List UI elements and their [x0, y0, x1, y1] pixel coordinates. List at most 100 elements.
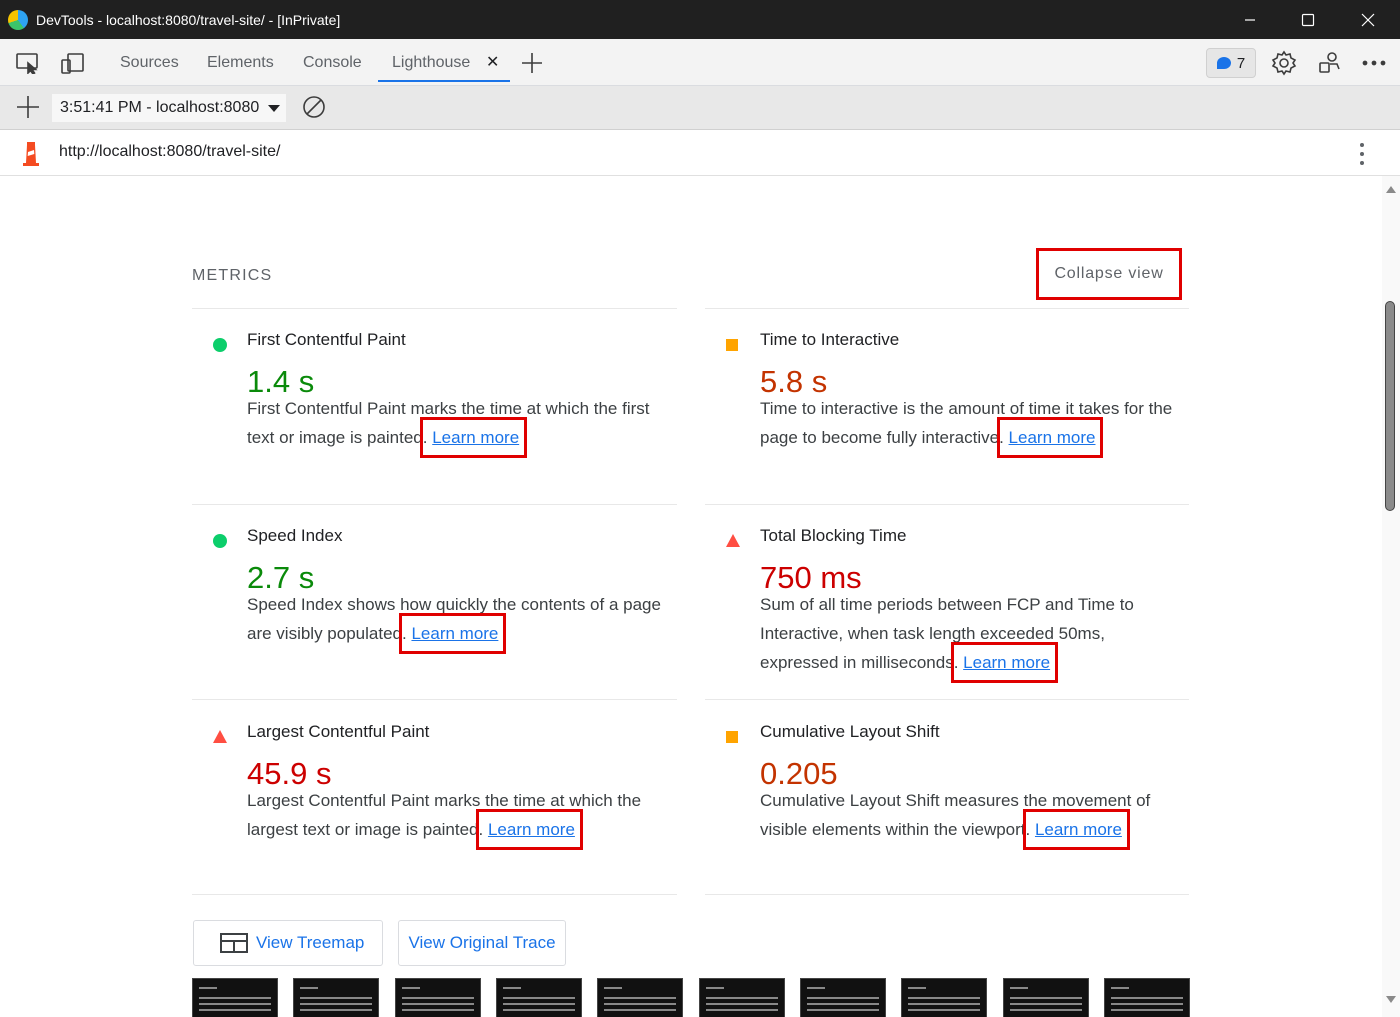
divider — [705, 504, 1189, 505]
active-tab-indicator — [378, 80, 510, 82]
treemap-icon — [220, 933, 248, 953]
issues-counter-button[interactable]: 7 — [1206, 48, 1256, 78]
gear-icon — [1271, 50, 1297, 76]
more-options-button[interactable] — [1360, 51, 1388, 75]
inspect-element-button[interactable] — [14, 51, 42, 75]
average-indicator-icon — [726, 339, 738, 351]
inspect-cursor-icon — [16, 53, 38, 74]
lighthouse-icon — [23, 142, 39, 166]
lighthouse-report: METRICS Collapse view First Contentful P… — [0, 176, 1382, 1017]
metric-description: Sum of all time periods between FCP and … — [760, 590, 1160, 683]
report-url: http://localhost:8080/travel-site/ — [59, 143, 281, 160]
view-treemap-label: View Treemap — [256, 933, 365, 952]
filmstrip-frame — [1003, 978, 1089, 1017]
device-toggle-icon — [61, 53, 84, 74]
title-bar: DevTools - localhost:8080/travel-site/ -… — [0, 0, 1400, 39]
scroll-thumb[interactable] — [1385, 301, 1395, 511]
filmstrip — [192, 978, 1192, 1017]
pass-indicator-icon — [213, 534, 227, 548]
settings-button[interactable] — [1270, 50, 1298, 76]
report-url-bar: http://localhost:8080/travel-site/ — [0, 130, 1400, 176]
minimize-icon — [1245, 18, 1255, 21]
filmstrip-frame — [192, 978, 278, 1017]
metric-description: Cumulative Layout Shift measures the mov… — [760, 786, 1190, 850]
metric-description: Largest Contentful Paint marks the time … — [247, 786, 667, 850]
more-tools-button[interactable] — [518, 51, 546, 75]
learn-more-link[interactable]: Learn more — [1009, 428, 1096, 447]
divider — [705, 894, 1189, 895]
filmstrip-frame — [800, 978, 886, 1017]
view-treemap-button[interactable]: View Treemap — [193, 920, 383, 966]
customize-button[interactable] — [1316, 51, 1344, 75]
filmstrip-frame — [395, 978, 481, 1017]
fail-indicator-icon — [213, 730, 227, 743]
divider — [705, 699, 1189, 700]
metric-description-text: Time to interactive is the amount of tim… — [760, 399, 1173, 447]
close-tab-icon[interactable]: ✕ — [486, 51, 499, 75]
metric-description: First Contentful Paint marks the time at… — [247, 394, 667, 458]
metric-name: Total Blocking Time — [760, 526, 907, 545]
close-window-button[interactable] — [1338, 0, 1398, 39]
close-icon — [1361, 13, 1375, 26]
kebab-icon — [1360, 143, 1364, 147]
devtools-tab-strip: Sources Elements Console Lighthouse ✕ 7 — [0, 39, 1400, 86]
filmstrip-frame — [293, 978, 379, 1017]
scroll-up-arrow-icon[interactable] — [1386, 186, 1396, 193]
edge-devtools-icon — [8, 9, 28, 30]
metric-name: Speed Index — [247, 526, 343, 545]
plus-icon — [522, 53, 542, 73]
report-menu-button[interactable] — [1354, 140, 1370, 166]
report-scrollbar[interactable] — [1382, 176, 1400, 1017]
view-original-trace-button[interactable]: View Original Trace — [398, 920, 566, 966]
metric-name: Cumulative Layout Shift — [760, 722, 940, 741]
learn-more-link[interactable]: Learn more — [963, 653, 1050, 672]
metric-name: Time to Interactive — [760, 330, 900, 349]
pass-indicator-icon — [213, 338, 227, 352]
window-title: DevTools - localhost:8080/travel-site/ -… — [36, 11, 341, 28]
filmstrip-frame — [1104, 978, 1190, 1017]
metric-description-text: Sum of all time periods between FCP and … — [760, 595, 1134, 672]
issues-icon — [1216, 57, 1231, 69]
learn-more-link[interactable]: Learn more — [488, 820, 575, 839]
metric-description-text: Largest Contentful Paint marks the time … — [247, 791, 642, 839]
report-select-value: 3:51:41 PM - localhost:8080 — [60, 99, 260, 116]
learn-more-link[interactable]: Learn more — [432, 428, 519, 447]
new-report-button[interactable] — [14, 95, 42, 119]
metric-description: Speed Index shows how quickly the conten… — [247, 590, 667, 654]
issues-count: 7 — [1236, 54, 1246, 72]
collapse-view-button[interactable]: Collapse view — [1036, 248, 1182, 300]
divider — [192, 504, 677, 505]
lighthouse-toolbar: 3:51:41 PM - localhost:8080 — [0, 86, 1400, 130]
device-emulation-button[interactable] — [58, 51, 86, 75]
ellipsis-icon — [1362, 60, 1386, 66]
average-indicator-icon — [726, 731, 738, 743]
clear-reports-button[interactable] — [300, 95, 328, 119]
filmstrip-frame — [901, 978, 987, 1017]
collapse-view-label: Collapse view — [1054, 265, 1164, 282]
tab-elements[interactable]: Elements — [207, 51, 274, 75]
report-select[interactable]: 3:51:41 PM - localhost:8080 — [52, 94, 286, 122]
filmstrip-frame — [496, 978, 582, 1017]
learn-more-link[interactable]: Learn more — [1035, 820, 1122, 839]
people-icon — [1319, 52, 1340, 73]
view-trace-label: View Original Trace — [408, 933, 556, 952]
maximize-icon — [1301, 13, 1315, 26]
tab-console[interactable]: Console — [303, 51, 362, 75]
maximize-button[interactable] — [1278, 0, 1338, 39]
block-icon — [303, 96, 325, 118]
filmstrip-frame — [699, 978, 785, 1017]
scroll-down-arrow-icon[interactable] — [1386, 996, 1396, 1003]
metric-name: First Contentful Paint — [247, 330, 406, 349]
tab-lighthouse[interactable]: Lighthouse — [392, 51, 470, 75]
minimize-button[interactable] — [1220, 0, 1280, 39]
learn-more-link[interactable]: Learn more — [411, 624, 498, 643]
dropdown-caret-icon — [268, 105, 280, 112]
plus-icon — [17, 96, 39, 118]
divider — [192, 308, 677, 309]
metric-name: Largest Contentful Paint — [247, 722, 430, 741]
metrics-section-title: METRICS — [192, 267, 273, 284]
divider — [192, 699, 677, 700]
divider — [192, 894, 677, 895]
metric-description: Time to interactive is the amount of tim… — [760, 394, 1180, 458]
tab-sources[interactable]: Sources — [120, 51, 179, 75]
